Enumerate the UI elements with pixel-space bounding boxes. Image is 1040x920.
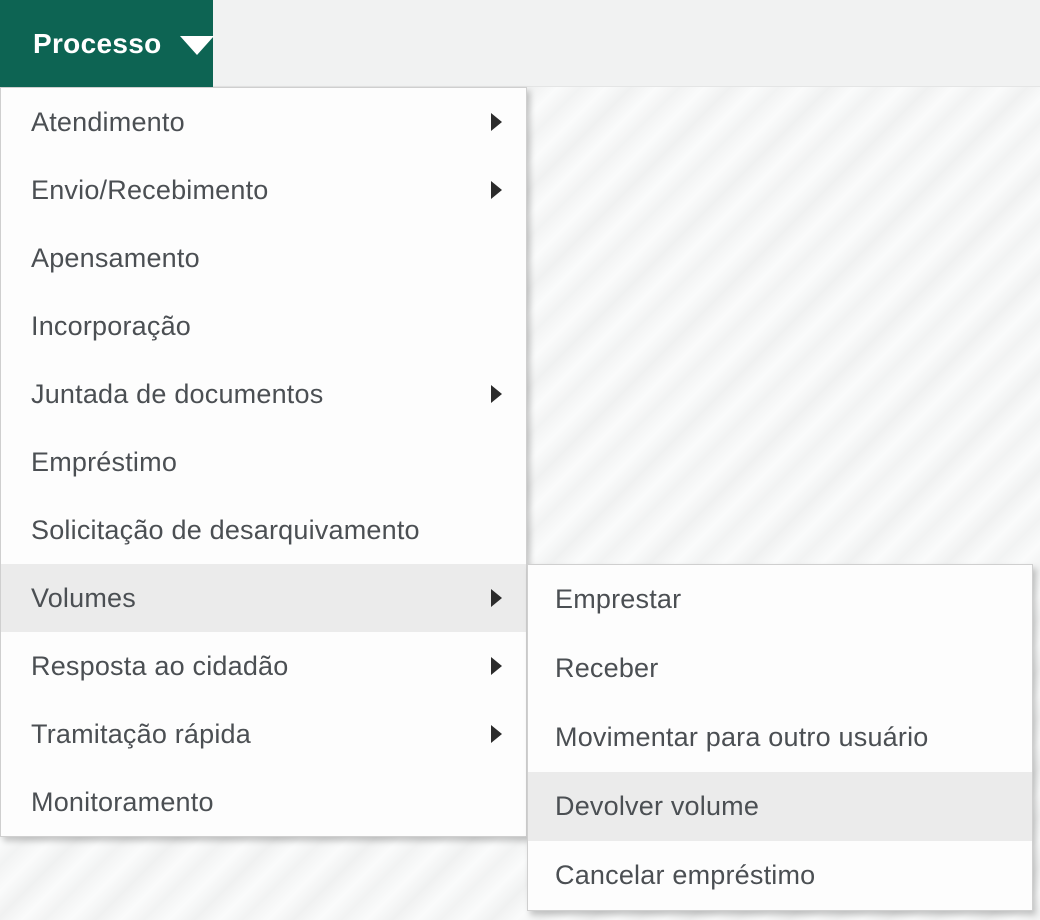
menu-item-receber[interactable]: Receber [528,634,1032,703]
menu-item-monitoramento[interactable]: Monitoramento [1,768,526,836]
processo-menu-button[interactable]: Processo [0,0,215,87]
volumes-submenu: Emprestar Receber Movimentar para outro us… [527,564,1033,911]
menu-item-label: Solicitação de desarquivamento [31,514,420,545]
menu-item-apensamento[interactable]: Apensamento [1,224,526,292]
menu-item-label: Atendimento [31,106,185,137]
menu-item-resposta-ao-cidadao[interactable]: Resposta ao cidadão [1,632,526,700]
menu-item-label: Volumes [31,582,136,613]
processo-menu-button-label: Processo [33,27,162,59]
menu-item-incorporacao[interactable]: Incorporação [1,292,526,360]
menu-item-emprestimo[interactable]: Empréstimo [1,428,526,496]
menu-item-envio-recebimento[interactable]: Envio/Recebimento [1,156,526,224]
menu-item-label: Tramitação rápida [31,718,251,749]
chevron-down-icon [180,36,215,55]
menu-item-label: Receber [555,653,659,683]
menu-item-label: Empréstimo [31,446,178,477]
submenu-arrow-icon [491,113,502,131]
submenu-arrow-icon [491,589,502,607]
menu-item-label: Envio/Recebimento [31,174,269,205]
menu-item-label: Incorporação [31,310,191,341]
menu-item-label: Cancelar empréstimo [555,860,816,890]
menu-item-label: Devolver volume [555,791,760,821]
menu-item-movimentar-para-outro-usuario[interactable]: Movimentar para outro usuário [528,703,1032,772]
menu-item-label: Monitoramento [31,786,214,817]
submenu-arrow-icon [491,725,502,743]
processo-dropdown-menu: Atendimento Envio/Recebimento Apensamento I… [0,87,527,837]
menu-item-emprestar[interactable]: Emprestar [528,565,1032,634]
menu-item-label: Movimentar para outro usuário [555,722,929,752]
submenu-arrow-icon [491,385,502,403]
menu-item-juntada-de-documentos[interactable]: Juntada de documentos [1,360,526,428]
submenu-arrow-icon [491,657,502,675]
menu-item-cancelar-emprestimo[interactable]: Cancelar empréstimo [528,841,1032,910]
menu-item-label: Apensamento [31,242,200,273]
menu-item-volumes[interactable]: Volumes [1,564,526,632]
menu-item-solicitacao-de-desarquivamento[interactable]: Solicitação de desarquivamento [1,496,526,564]
menu-item-devolver-volume[interactable]: Devolver volume [528,772,1032,841]
menu-item-label: Resposta ao cidadão [31,650,289,681]
menu-item-atendimento[interactable]: Atendimento [1,88,526,156]
submenu-arrow-icon [491,181,502,199]
menu-item-label: Juntada de documentos [31,378,324,409]
menu-item-tramitacao-rapida[interactable]: Tramitação rápida [1,700,526,768]
menu-item-label: Emprestar [555,584,682,614]
